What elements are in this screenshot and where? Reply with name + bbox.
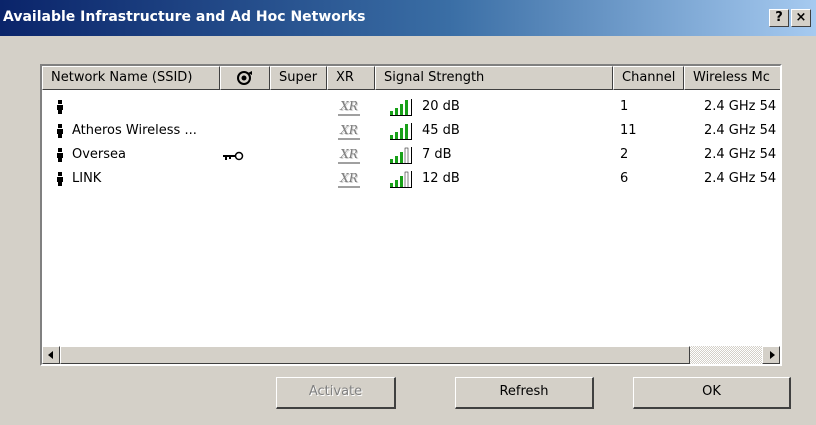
- column-header-super[interactable]: Super: [270, 66, 327, 90]
- network-name: LINK: [72, 171, 102, 186]
- refresh-button[interactable]: Refresh: [455, 377, 594, 409]
- signal-bars-icon: [390, 147, 412, 164]
- ad-hoc-person-icon: [57, 124, 63, 138]
- scroll-track[interactable]: [690, 346, 762, 364]
- network-name: Atheros Wireless ...: [72, 123, 197, 138]
- arrow-right-icon: [770, 351, 775, 359]
- ad-hoc-person-icon: [57, 172, 63, 186]
- channel: 1: [620, 99, 629, 114]
- scroll-thumb[interactable]: [60, 346, 690, 364]
- network-name: [72, 95, 217, 119]
- network-name: Oversea: [72, 147, 127, 162]
- signal-strength: 7 dB: [422, 147, 452, 162]
- xr-icon: XR: [338, 170, 360, 188]
- signal-bars-icon: [390, 171, 412, 188]
- signal-strength: 45 dB: [422, 123, 460, 138]
- scroll-right-button[interactable]: [762, 346, 780, 364]
- wireless-mode: 2.4 GHz 54: [704, 147, 777, 162]
- help-button[interactable]: ?: [769, 9, 789, 27]
- horizontal-scrollbar[interactable]: [42, 346, 780, 364]
- column-header-xr[interactable]: XR: [327, 66, 375, 90]
- xr-icon: XR: [338, 122, 360, 140]
- table-row[interactable]: LINK XR 12 dB 6 2.4 GHz 54: [42, 167, 780, 191]
- signal-strength: 12 dB: [422, 171, 460, 186]
- column-header-wireless-mode[interactable]: Wireless Mc: [684, 66, 780, 90]
- signal-bars-icon: [390, 123, 412, 140]
- title-bar: Available Infrastructure and Ad Hoc Netw…: [0, 0, 816, 36]
- column-header-signal[interactable]: Signal Strength: [375, 66, 613, 90]
- close-button[interactable]: ×: [791, 9, 811, 27]
- wireless-mode: 2.4 GHz 54: [704, 99, 777, 114]
- ad-hoc-person-icon: [57, 148, 63, 162]
- column-header-channel[interactable]: Channel: [613, 66, 684, 90]
- scroll-left-button[interactable]: [42, 346, 60, 364]
- channel: 6: [620, 171, 629, 186]
- wireless-mode: 2.4 GHz 54: [704, 123, 777, 138]
- ok-label: OK: [702, 384, 721, 399]
- key-icon: [223, 151, 244, 161]
- column-header-ssid[interactable]: Network Name (SSID): [42, 66, 220, 90]
- channel: 2: [620, 147, 629, 162]
- signal-strength: 20 dB: [422, 99, 460, 114]
- network-list[interactable]: Network Name (SSID) Super XR Signal Stre…: [40, 64, 782, 366]
- activate-button[interactable]: Activate: [276, 377, 396, 409]
- window-title: Available Infrastructure and Ad Hoc Netw…: [3, 9, 366, 25]
- ad-hoc-person-icon: [57, 100, 63, 114]
- signal-bars-icon: [390, 99, 412, 116]
- table-row[interactable]: Atheros Wireless ... XR 45 dB 11 2.4 GHz…: [42, 119, 780, 143]
- refresh-label: Refresh: [499, 384, 549, 399]
- list-header: Network Name (SSID) Super XR Signal Stre…: [42, 66, 780, 90]
- ok-button[interactable]: OK: [633, 377, 791, 409]
- column-header-encryption[interactable]: [220, 66, 270, 90]
- encryption-icon: [237, 71, 252, 85]
- table-row[interactable]: XR 20 dB 1 2.4 GHz 54: [42, 95, 780, 119]
- xr-icon: XR: [338, 98, 360, 116]
- activate-label: Activate: [308, 384, 363, 399]
- table-row[interactable]: Oversea XR 7 dB 2 2.4 GHz 54: [42, 143, 780, 167]
- channel: 11: [620, 123, 637, 138]
- xr-icon: XR: [338, 146, 360, 164]
- wireless-mode: 2.4 GHz 54: [704, 171, 777, 186]
- arrow-left-icon: [48, 351, 53, 359]
